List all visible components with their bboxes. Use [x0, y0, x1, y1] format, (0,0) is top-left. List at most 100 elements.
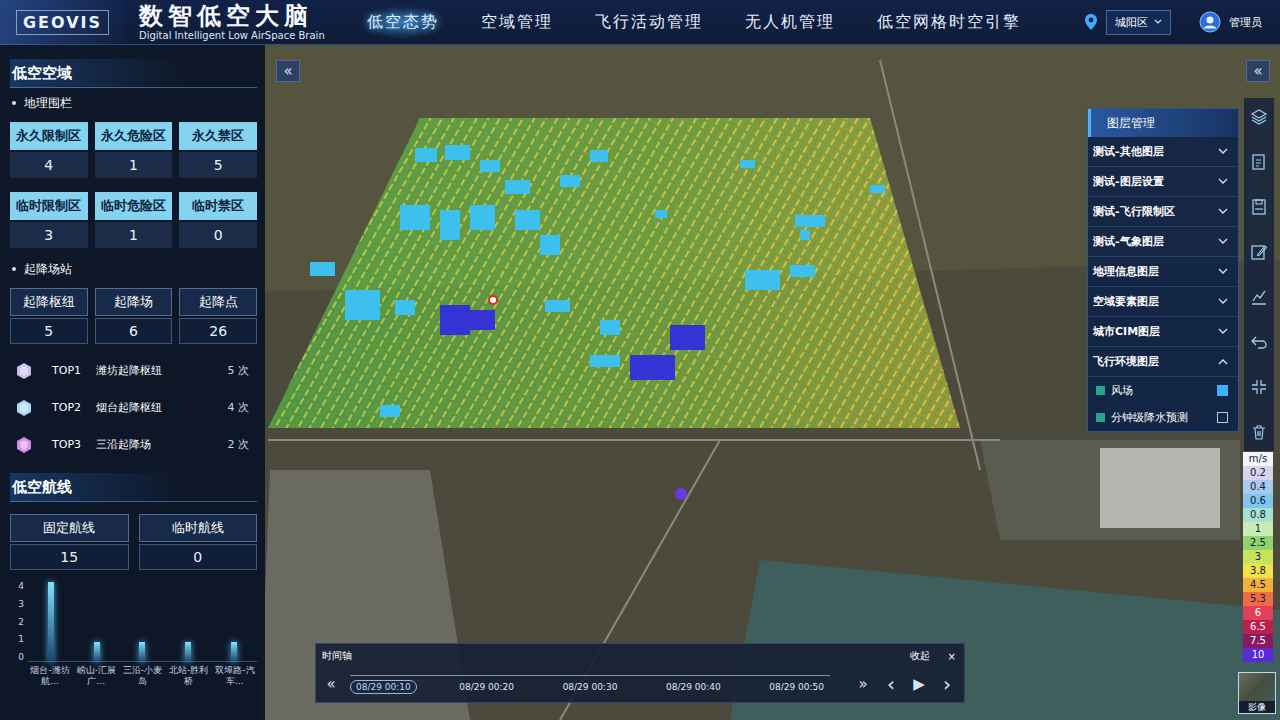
tool-button[interactable]	[1246, 104, 1272, 130]
card-value: 15	[10, 544, 129, 570]
collapse-right-button[interactable]: «	[1246, 60, 1270, 82]
fence-card[interactable]: 永久限制区4	[10, 122, 88, 178]
nav-tab[interactable]: 空域管理	[475, 6, 559, 39]
card-value: 5	[179, 152, 257, 178]
collapse-left-button[interactable]: «	[276, 60, 300, 82]
building	[470, 205, 495, 230]
chart-bar[interactable]	[231, 642, 237, 662]
section-title: 低空航线	[10, 473, 257, 502]
user-area: 城阳区 管理员	[1084, 10, 1280, 35]
fence-card[interactable]: 临时危险区1	[95, 192, 173, 248]
chart-bar[interactable]	[139, 642, 145, 662]
chart-bar[interactable]	[185, 642, 191, 662]
map-marker[interactable]	[675, 488, 687, 500]
step-forward-button[interactable]: ›	[938, 672, 956, 696]
timeline-tick[interactable]: 08/29 00:20	[453, 680, 520, 694]
next-page-button[interactable]: »	[854, 675, 872, 693]
top-row[interactable]: TOP3三沿起降场2 次	[10, 426, 257, 463]
gem-icon	[16, 399, 32, 417]
tool-button[interactable]	[1246, 284, 1272, 310]
top-list: TOP1潍坊起降枢纽5 次TOP2烟台起降枢纽4 次TOP3三沿起降场2 次	[10, 352, 257, 463]
legend-stop: 1	[1243, 522, 1273, 536]
building	[445, 145, 470, 160]
timeline-tick[interactable]: 08/29 00:50	[763, 680, 830, 694]
user-name[interactable]: 管理员	[1229, 15, 1262, 30]
legend-stop: 7.5	[1243, 634, 1273, 648]
map-pin[interactable]	[489, 296, 497, 304]
nav-tab[interactable]: 飞行活动管理	[589, 6, 709, 39]
layer-group[interactable]: 测试-图层设置	[1088, 167, 1238, 197]
nav-tab[interactable]: 无人机管理	[739, 6, 841, 39]
timeline-tick[interactable]: 08/29 00:30	[557, 680, 624, 694]
site-card[interactable]: 起降点26	[179, 288, 257, 344]
layer-item[interactable]: 分钟级降水预测	[1088, 404, 1238, 431]
chevron-icon	[1218, 358, 1228, 365]
layers-icon	[1250, 108, 1268, 126]
sub-title: 地理围栏	[12, 92, 257, 114]
top-rank: TOP1	[52, 364, 92, 377]
top-name: 烟台起降枢纽	[96, 400, 162, 415]
top-row[interactable]: TOP1潍坊起降枢纽5 次	[10, 352, 257, 389]
site-card[interactable]: 起降枢纽5	[10, 288, 88, 344]
fence-card[interactable]: 临时限制区3	[10, 192, 88, 248]
tool-button[interactable]	[1246, 194, 1272, 220]
fence-card[interactable]: 永久危险区1	[95, 122, 173, 178]
fence-card[interactable]: 临时禁区0	[179, 192, 257, 248]
site-card[interactable]: 起降场6	[95, 288, 173, 344]
timeline-tick[interactable]: 08/29 00:10	[350, 680, 417, 694]
legend-stop: 10	[1243, 648, 1273, 662]
layer-item[interactable]: 风场	[1088, 377, 1238, 404]
card-value: 5	[10, 318, 88, 344]
layer-group[interactable]: 测试-气象图层	[1088, 227, 1238, 257]
prev-page-button[interactable]: «	[322, 675, 340, 693]
layer-group[interactable]: 飞行环境图层	[1088, 347, 1238, 377]
chart-icon	[1250, 288, 1268, 306]
building	[515, 210, 540, 230]
route-card[interactable]: 固定航线15	[10, 514, 129, 570]
top-row[interactable]: TOP2烟台起降枢纽4 次	[10, 389, 257, 426]
nav-tab[interactable]: 低空网格时空引擎	[871, 6, 1027, 39]
x-label: 北站-胜利桥	[167, 665, 211, 687]
edit-document-icon	[1250, 153, 1268, 171]
layer-group[interactable]: 城市CIM图层	[1088, 317, 1238, 347]
top-count: 2 次	[228, 437, 250, 452]
legend-stop: 6	[1243, 606, 1273, 620]
y-tick: 2	[18, 618, 24, 627]
tool-button[interactable]	[1246, 419, 1272, 445]
tool-button[interactable]	[1246, 374, 1272, 400]
chevron-icon	[1218, 298, 1228, 305]
layer-group[interactable]: 测试-飞行限制区	[1088, 197, 1238, 227]
fence-card[interactable]: 永久禁区5	[179, 122, 257, 178]
building	[440, 305, 470, 335]
region-dropdown[interactable]: 城阳区	[1106, 10, 1171, 35]
timeline-track[interactable]: 08/29 00:10 08/29 00:20 08/29 00:30 08/29 0…	[350, 675, 830, 694]
tool-button[interactable]	[1246, 239, 1272, 265]
layer-group[interactable]: 测试-其他图层	[1088, 137, 1238, 167]
layer-item-label: 分钟级降水预测	[1111, 410, 1188, 425]
timeline-tick[interactable]: 08/29 00:40	[660, 680, 727, 694]
card-label: 起降枢纽	[10, 288, 88, 316]
app-title: 数智低空大脑	[139, 3, 325, 29]
step-back-button[interactable]: ‹	[882, 672, 900, 696]
building	[415, 148, 437, 162]
close-button[interactable]: ×	[948, 649, 956, 663]
tool-button[interactable]	[1246, 149, 1272, 175]
collapse-button[interactable]: 收起	[910, 649, 930, 663]
tool-button[interactable]	[1246, 329, 1272, 355]
layer-checkbox[interactable]	[1217, 385, 1228, 396]
save-icon	[1250, 198, 1268, 216]
user-avatar-icon[interactable]	[1199, 11, 1221, 33]
layer-checkbox[interactable]	[1217, 412, 1228, 423]
layer-group[interactable]: 地理信息图层	[1088, 257, 1238, 287]
card-value: 6	[95, 318, 173, 344]
legend-stop: 3.8	[1243, 564, 1273, 578]
nav-tab[interactable]: 低空态势	[361, 6, 445, 39]
route-card[interactable]: 临时航线0	[139, 514, 258, 570]
basemap-thumbnail	[1239, 673, 1275, 701]
play-button[interactable]: ▶	[910, 675, 928, 693]
layer-group[interactable]: 空域要素图层	[1088, 287, 1238, 317]
chart-bar[interactable]	[94, 642, 100, 662]
layer-group-label: 地理信息图层	[1093, 264, 1159, 279]
basemap-switch[interactable]: 影像	[1238, 672, 1276, 714]
chart-bar[interactable]	[48, 582, 54, 662]
